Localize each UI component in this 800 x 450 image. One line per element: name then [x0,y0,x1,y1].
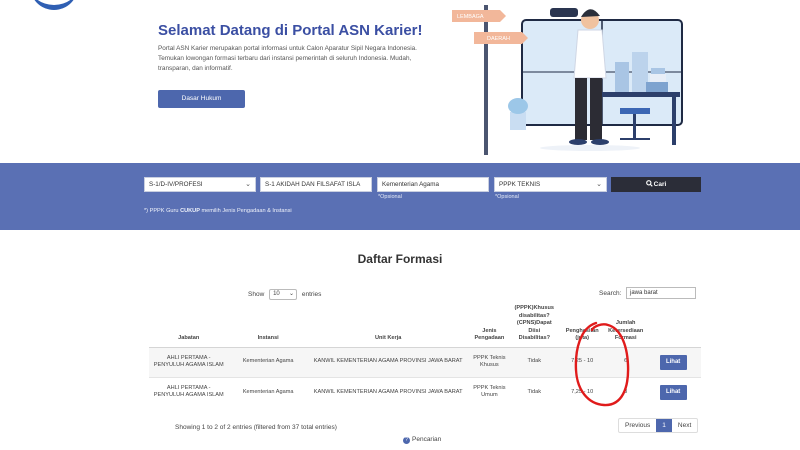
page-length-control: Show 10 ⌄ entries [248,289,321,300]
pagination-page-1[interactable]: 1 [656,419,672,432]
hero-title: Selamat Datang di Portal ASN Karier! [158,22,423,39]
pagination-previous[interactable]: Previous [619,419,656,432]
instansi-input-value: Kementerian Agama [382,181,440,188]
page: Selamat Datang di Portal ASN Karier! Por… [0,0,800,450]
note-prefix: *) PPPK Guru [144,208,181,214]
cell-penghasilan: 7,25 - 10 [558,376,607,407]
cell-instansi: Kementerian Agama [242,358,294,365]
entries-label: entries [301,291,322,299]
jurusan-input[interactable]: S-1 AKIDAH DAN FILSAFAT ISLA [260,177,372,192]
page-length-value: 10 [273,291,280,297]
hero-illustration: LEMBAGA DAERAH [452,5,683,155]
pagination: Previous 1 Next [618,418,699,433]
cell-jenis-pengadaan: PPPK Teknis Umum [468,376,511,407]
search-label: Search: [599,290,622,297]
pendidikan-select[interactable]: S-1/D-IV/PROFESI ⌄ [144,177,256,192]
sign-lembaga: LEMBAGA [457,14,484,20]
chevron-down-icon: ⌄ [245,181,251,188]
cari-button[interactable]: Cari [611,177,701,192]
col-disabilitas[interactable]: (PPPK)Khusus disabilitas? (CPNS)Dapat Di… [510,303,559,348]
col-jumlah[interactable]: Jumlah Ketersediaan Formasi [606,303,646,348]
lihat-button[interactable]: Lihat [659,384,687,400]
sign-daerah: DAERAH [487,36,510,42]
lihat-button[interactable]: Lihat [659,354,687,370]
note-suffix: memilih Jenis Pengadaan & Instansi [199,208,292,214]
cell-disabilitas: Tidak [527,358,542,365]
col-jabatan[interactable]: Jabatan [149,303,229,348]
cell-penghasilan: 7,25 - 10 [571,358,594,365]
col-penghasilan[interactable]: Penghasilan (juta) [558,303,607,348]
jenis-pengadaan-select[interactable]: PPPK TEKNIS ⌄ [494,177,607,192]
cell-unit-kerja: KANWIL KEMENTERIAN AGAMA PROVINSI JAWA B… [313,358,463,365]
col-jenis-pengadaan[interactable]: Jenis Pengadaan [468,303,511,348]
col-instansi[interactable]: Instansi [228,303,308,348]
cell-disabilitas: Tidak [510,376,559,407]
table-info: Showing 1 to 2 of 2 entries (filtered fr… [175,424,337,431]
cell-instansi: Kementerian Agama [228,376,308,407]
search-icon [645,180,653,187]
table-row: AHLI PERTAMA - PENYULUH AGAMA ISLAM Keme… [149,376,701,407]
table-row: AHLI PERTAMA - PENYULUH AGAMA ISLAM Keme… [149,347,701,377]
dasar-hukum-button[interactable]: Dasar Hukum [158,90,245,108]
note-bold: CUKUP [180,208,200,214]
page-length-select[interactable]: 10 ⌄ [269,289,298,300]
table-header-row: Jabatan Instansi Unit Kerja Jenis Pengad… [149,303,701,348]
show-label: Show [248,291,265,299]
chevron-down-icon: ⌄ [596,181,602,188]
cell-jabatan: AHLI PERTAMA - PENYULUH AGAMA ISLAM [149,376,229,407]
cari-button-label: Cari [653,181,667,188]
jurusan-input-value: S-1 AKIDAH DAN FILSAFAT ISLA [265,181,361,188]
cell-jumlah: 6 [624,358,628,365]
pppk-guru-note: *) PPPK Guru CUKUP memilih Jenis Pengada… [144,208,292,214]
cell-unit-kerja: KANWIL KEMENTERIAN AGAMA PROVINSI JAWA B… [307,376,469,407]
cell-jenis-pengadaan: PPPK Teknis Khusus [473,354,506,369]
pagination-next[interactable]: Next [672,419,697,432]
pencarian-label: Pencarian [412,436,442,443]
cell-jabatan: AHLI PERTAMA - PENYULUH AGAMA ISLAM [153,354,224,369]
daftar-formasi-title: Daftar Formasi [357,252,443,266]
pendidikan-select-value: S-1/D-IV/PROFESI [149,181,203,188]
opsional-hint-jenis: *Opsional [495,194,519,200]
question-icon: ? [403,437,410,444]
cell-action: Lihat [645,347,701,377]
jenis-pengadaan-select-value: PPPK TEKNIS [499,181,541,188]
col-unit-kerja[interactable]: Unit Kerja [307,303,469,348]
logo [30,0,78,10]
pencarian-link[interactable]: ? Pencarian [403,436,441,444]
hero-description: Portal ASN Karier merupakan portal infor… [158,45,417,72]
hero-section: Selamat Datang di Portal ASN Karier! Por… [0,0,800,163]
cell-action: Lihat [645,376,701,407]
chevron-down-icon: ⌄ [289,291,295,297]
col-action [645,303,701,348]
instansi-input[interactable]: Kementerian Agama [377,177,489,192]
opsional-hint-instansi: *Opsional [378,194,402,200]
search-input[interactable]: jawa barat [626,287,696,299]
cell-jumlah: 3 [606,376,646,407]
formasi-table: Jabatan Instansi Unit Kerja Jenis Pengad… [149,303,701,407]
